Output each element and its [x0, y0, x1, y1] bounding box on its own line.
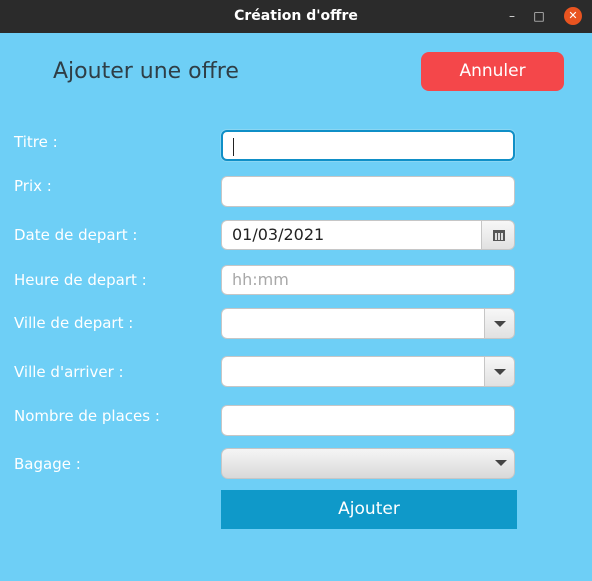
prix-label: Prix :: [14, 177, 52, 195]
places-input[interactable]: [221, 405, 515, 436]
maximize-icon[interactable]: □: [530, 7, 548, 25]
date-picker-button[interactable]: [481, 220, 515, 250]
heure-label: Heure de depart :: [14, 271, 147, 289]
ville-arriver-select[interactable]: [221, 356, 485, 387]
chevron-down-icon: [494, 321, 506, 327]
calendar-icon: [493, 230, 505, 241]
close-icon[interactable]: ✕: [564, 7, 582, 25]
date-label: Date de depart :: [14, 226, 138, 244]
submit-button[interactable]: Ajouter: [221, 490, 517, 529]
places-label: Nombre de places :: [14, 407, 160, 425]
ville-depart-dropdown-button[interactable]: [484, 308, 515, 339]
chevron-down-icon: [494, 369, 506, 375]
form-panel: Ajouter une offre Annuler Titre : Prix :…: [0, 33, 592, 581]
heure-input[interactable]: hh:mm: [221, 265, 515, 295]
date-input[interactable]: 01/03/2021: [221, 220, 483, 250]
cancel-button[interactable]: Annuler: [421, 52, 564, 91]
ville-arriver-label: Ville d'arriver :: [14, 363, 124, 381]
ville-depart-label: Ville de depart :: [14, 314, 134, 332]
heure-placeholder: hh:mm: [232, 270, 289, 289]
titre-input[interactable]: [221, 130, 515, 161]
window-titlebar: Création d'offre – □ ✕: [0, 0, 592, 33]
minimize-icon[interactable]: –: [503, 7, 521, 25]
ville-depart-select[interactable]: [221, 308, 485, 339]
chevron-down-icon: [495, 460, 507, 466]
bagage-label: Bagage :: [14, 455, 81, 473]
ville-arriver-dropdown-button[interactable]: [484, 356, 515, 387]
titre-label: Titre :: [14, 133, 58, 151]
text-caret: [233, 137, 234, 156]
bagage-select[interactable]: [221, 448, 515, 479]
prix-input[interactable]: [221, 176, 515, 207]
page-title: Ajouter une offre: [53, 59, 239, 84]
